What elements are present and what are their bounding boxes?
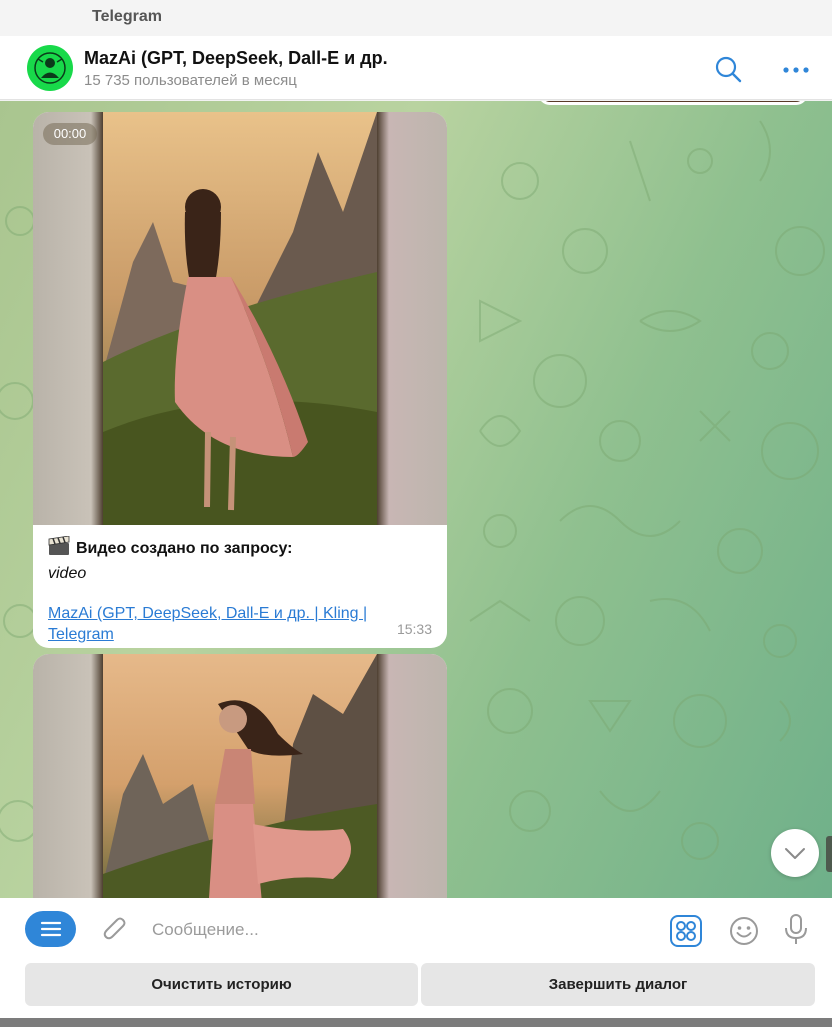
video-preview[interactable] (33, 654, 447, 898)
previous-message-edge (538, 101, 808, 105)
apps-grid-icon[interactable] (669, 914, 703, 948)
message-time: 15:33 (396, 621, 432, 637)
caption-prompt: video (48, 565, 87, 582)
side-panel-handle[interactable] (826, 836, 832, 872)
avatar[interactable] (27, 45, 73, 91)
more-dots-icon[interactable] (779, 54, 813, 86)
chat-header[interactable]: MazAi (GPT, DeepSeek, Dall-E и др. 15 73… (0, 36, 832, 100)
paperclip-icon[interactable] (100, 915, 130, 945)
window-title: Telegram (92, 8, 162, 25)
video-thumbnail-woman-wind (103, 654, 377, 898)
search-icon[interactable] (712, 54, 744, 86)
message-caption: Видео создано по запросу: video MazAi (G… (48, 535, 432, 645)
clear-history-button[interactable]: Очистить историю (25, 963, 418, 1006)
caption-title: Видео создано по запросу: (76, 539, 293, 557)
window-bottom-edge (0, 1018, 832, 1027)
bot-keyboard: Очистить историю Завершить диалог (0, 962, 832, 1018)
bot-link[interactable]: MazAi (GPT, DeepSeek, Dall-E и др. | Kli… (48, 603, 408, 645)
scroll-down-button[interactable] (771, 829, 819, 877)
message-composer (0, 898, 832, 962)
message-input[interactable] (152, 916, 632, 944)
video-duration: 00:00 (43, 123, 97, 145)
chat-subscribers: 15 735 пользователей в месяц (84, 72, 297, 89)
menu-lines-icon (40, 921, 61, 937)
window-titlebar: Telegram (0, 0, 832, 36)
chat-name[interactable]: MazAi (GPT, DeepSeek, Dall-E и др. (84, 48, 388, 69)
video-message[interactable] (33, 654, 447, 898)
chevron-down-icon (785, 848, 805, 859)
video-thumbnail-woman-mountains (103, 112, 377, 525)
video-message[interactable]: 00:00 Видео создано по запросу: video Ma… (33, 112, 447, 648)
bot-menu-button[interactable] (25, 911, 76, 947)
video-preview[interactable]: 00:00 (33, 112, 447, 525)
end-dialog-button[interactable]: Завершить диалог (421, 963, 815, 1006)
microphone-icon[interactable] (782, 913, 810, 947)
smiley-icon[interactable] (728, 915, 760, 947)
film-clapper-emoji (48, 535, 70, 561)
chat-messages-area[interactable]: 00:00 Видео создано по запросу: video Ma… (0, 101, 832, 898)
